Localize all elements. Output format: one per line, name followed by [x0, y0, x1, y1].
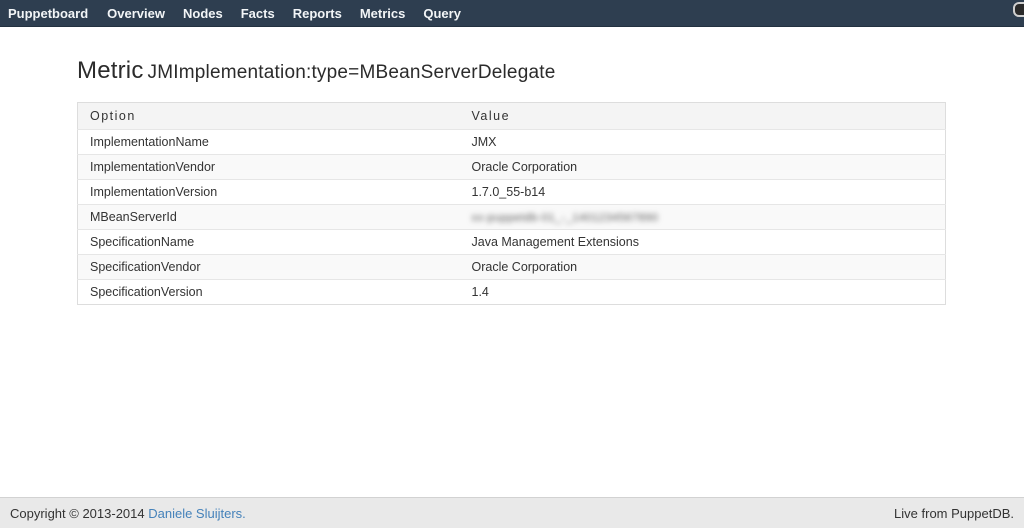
table-row: ImplementationNameJMX — [78, 130, 946, 155]
main-content: MetricJMImplementation:type=MBeanServerD… — [0, 28, 1024, 497]
header-row: Option Value — [78, 103, 946, 130]
puppetboard-page: Puppetboard OverviewNodesFactsReportsMet… — [0, 0, 1024, 528]
nav-item-nodes[interactable]: Nodes — [174, 0, 232, 26]
value-cell: xx-puppetdb-01_-_1401234567890 — [460, 205, 946, 230]
metric-name: JMImplementation:type=MBeanServerDelegat… — [148, 62, 556, 83]
footer: Copyright © 2013-2014 Daniele Sluijters.… — [0, 497, 1024, 528]
value-cell: 1.7.0_55-b14 — [460, 180, 946, 205]
page-title-label: Metric — [77, 57, 144, 84]
nav-menu: OverviewNodesFactsReportsMetricsQuery — [98, 0, 470, 26]
column-header-value: Value — [460, 103, 946, 130]
brand-puppetboard[interactable]: Puppetboard — [8, 6, 88, 21]
nav-item-reports[interactable]: Reports — [284, 0, 351, 26]
puppetdb-status: Live from PuppetDB. — [894, 506, 1014, 521]
option-cell: ImplementationVersion — [78, 180, 460, 205]
metric-table-head: Option Value — [78, 103, 946, 130]
copyright-prefix: Copyright © 2013-2014 — [10, 506, 148, 521]
table-row: ImplementationVendorOracle Corporation — [78, 155, 946, 180]
table-row: SpecificationVendorOracle Corporation — [78, 255, 946, 280]
table-row: MBeanServerId xx-puppetdb-01_-_1401234567… — [78, 205, 946, 230]
nav-item-facts[interactable]: Facts — [232, 0, 284, 26]
nav-item-overview[interactable]: Overview — [98, 0, 174, 26]
navbar: Puppetboard OverviewNodesFactsReportsMet… — [0, 0, 1024, 27]
option-cell: ImplementationName — [78, 130, 460, 155]
value-cell: Oracle Corporation — [460, 255, 946, 280]
redacted-value: xx-puppetdb-01_-_1401234567890 — [472, 212, 659, 224]
table-row: SpecificationVersion1.4 — [78, 280, 946, 305]
value-cell: Oracle Corporation — [460, 155, 946, 180]
nav-item-query[interactable]: Query — [414, 0, 470, 26]
metric-table: Option Value ImplementationNameJMXImplem… — [77, 102, 946, 305]
copyright-text: Copyright © 2013-2014 Daniele Sluijters. — [10, 506, 246, 521]
value-cell: JMX — [460, 130, 946, 155]
column-header-option: Option — [78, 103, 460, 130]
nav-item-metrics[interactable]: Metrics — [351, 0, 415, 26]
option-cell: SpecificationVersion — [78, 280, 460, 305]
value-cell: Java Management Extensions — [460, 230, 946, 255]
table-row: ImplementationVersion1.7.0_55-b14 — [78, 180, 946, 205]
metric-table-body: ImplementationNameJMXImplementationVendo… — [78, 130, 946, 305]
page-title: MetricJMImplementation:type=MBeanServerD… — [77, 57, 947, 85]
table-row: SpecificationNameJava Management Extensi… — [78, 230, 946, 255]
author-link[interactable]: Daniele Sluijters. — [148, 506, 246, 521]
option-cell: SpecificationVendor — [78, 255, 460, 280]
value-cell: 1.4 — [460, 280, 946, 305]
option-cell: ImplementationVendor — [78, 155, 460, 180]
option-cell: MBeanServerId — [78, 205, 460, 230]
option-cell: SpecificationName — [78, 230, 460, 255]
scrollbar-thumb[interactable] — [1013, 2, 1024, 17]
